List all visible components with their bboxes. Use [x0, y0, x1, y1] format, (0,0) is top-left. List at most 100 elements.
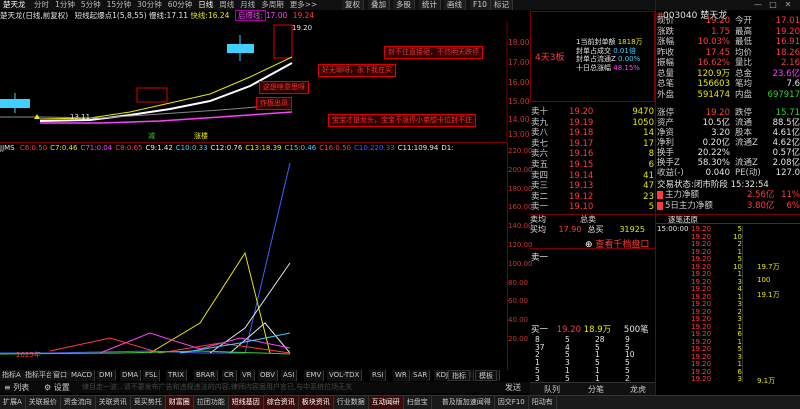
tab-queue[interactable]: 队列: [544, 383, 560, 396]
period-tab[interactable]: 多周期: [258, 0, 287, 10]
quote-row: 涨跌 1.75 最高 19.20: [657, 27, 800, 37]
info-label: 换手: [657, 148, 675, 158]
legend-item: C7:0.46: [50, 144, 78, 152]
info-value: 19.20: [705, 108, 730, 118]
indicator-tab[interactable]: ASI: [281, 370, 298, 381]
indicator-tab[interactable]: WR: [393, 370, 410, 381]
indicator-tab[interactable]: FSL: [143, 370, 161, 381]
draw-button[interactable]: 画线: [444, 0, 466, 10]
period-tab[interactable]: 5分钟: [78, 0, 104, 10]
quote-value: 10.03%: [697, 37, 730, 47]
comment-bubble[interactable]: 封不住直接砸，不然明天跌停: [384, 46, 483, 59]
info-row: 换手 20.22% 0.57亿: [657, 148, 800, 158]
status-item[interactable]: 因交F10: [495, 396, 529, 409]
status-item[interactable]: 板块资讯: [298, 396, 334, 409]
legend-item: C15:0.46: [284, 144, 317, 152]
indicator-tab[interactable]: TRIX: [166, 370, 187, 381]
indicator-button[interactable]: 指标: [448, 370, 470, 381]
indicator-tab[interactable]: SAR: [411, 370, 431, 381]
period-tab[interactable]: 月线: [237, 0, 258, 10]
period-tab[interactable]: 1分钟: [52, 0, 78, 10]
indicator-name: 短线起爆点1(5,8,55): [74, 11, 147, 20]
ask-row: 卖七 19.17 17: [531, 139, 654, 149]
comment-bubble[interactable]: 好无聊呀，永下我在买: [318, 64, 396, 77]
indicator-tab[interactable]: VOL-TDX: [327, 370, 363, 381]
minimize-icon[interactable]: —: [752, 0, 764, 10]
legend-item: C10:220.33: [354, 144, 395, 152]
tab-ticks[interactable]: 分笔: [588, 383, 604, 396]
capital-pct: 11%: [781, 190, 800, 200]
status-item[interactable]: 扫盘宝: [404, 396, 432, 409]
status-item[interactable]: 拉团功能: [194, 396, 229, 409]
quote-value: 1.75: [711, 26, 730, 37]
status-item[interactable]: 关联资讯: [96, 396, 131, 409]
period-tab[interactable]: 更多>>: [287, 0, 321, 10]
status-item[interactable]: 财富圈: [165, 396, 194, 409]
indicator-tab[interactable]: OBV: [258, 370, 278, 381]
info-value: 15.71: [775, 108, 800, 118]
comment-bubble[interactable]: 炸板出货: [256, 97, 292, 110]
legend-item: C11:109.94: [397, 144, 439, 152]
quote-row: 外盘 591474 内盘 697917: [657, 90, 800, 100]
indicator-tab[interactable]: VR: [240, 370, 255, 381]
comment-bubble[interactable]: 这是啥意思呀: [259, 81, 309, 94]
quote-value: 16.91: [775, 37, 800, 47]
quote-label: 今开: [735, 16, 753, 26]
status-item[interactable]: 综合资讯: [263, 396, 299, 409]
info-row: 收益(-) 0.040 PE(动) 127.0: [657, 168, 800, 178]
f10-button[interactable]: F10: [470, 0, 491, 10]
send-button[interactable]: 发送: [505, 382, 521, 393]
indicator-tab[interactable]: RSI: [370, 370, 387, 381]
tab-dragon[interactable]: 龙虎: [630, 383, 646, 396]
status-item[interactable]: 普及版加速闻得: [439, 396, 495, 409]
stock-name: 楚天龙: [3, 0, 26, 9]
tab-tick-restore[interactable]: 逐笔还原: [668, 215, 698, 224]
status-item[interactable]: 扩展A: [0, 396, 26, 409]
indicator-tab[interactable]: 窗口: [51, 370, 70, 381]
status-item[interactable]: 阳动有: [529, 396, 557, 409]
indicator-tab[interactable]: EMV: [304, 370, 325, 381]
indicator-tab[interactable]: 指标A: [0, 370, 24, 381]
status-item[interactable]: 资金流向: [61, 396, 96, 409]
info-row: 换手Z 58.30% 流通Z 2.08亿: [657, 158, 800, 168]
settings-button[interactable]: ⚙ 设置: [44, 382, 70, 393]
adjust-button[interactable]: 复权: [342, 0, 364, 10]
maximize-icon[interactable]: □: [767, 0, 779, 10]
info-row: 净资 3.20 股本 4.61亿: [657, 128, 800, 138]
period-tab[interactable]: 60分钟: [165, 0, 196, 10]
legend-item: D1:: [441, 144, 454, 152]
svg-text:13.11: 13.11: [70, 113, 90, 121]
overlay-button[interactable]: 叠加: [368, 0, 390, 10]
status-item[interactable]: 行业数据: [334, 396, 369, 409]
ask-row: 卖一 19.10 5: [531, 202, 654, 212]
template-button[interactable]: 模板: [475, 370, 497, 381]
multi-stock-button[interactable]: 多股: [393, 0, 415, 10]
close-icon[interactable]: ✕: [782, 0, 794, 10]
tick-size: 19.1万: [757, 291, 780, 299]
info-value: 0.57亿: [772, 148, 800, 158]
info-value: 3.20: [711, 128, 730, 138]
list-button[interactable]: ≡ 列表: [4, 382, 29, 393]
indicator-tab[interactable]: DMA: [120, 370, 142, 381]
period-tab[interactable]: 周线: [216, 0, 237, 10]
ask-label: 卖十: [531, 107, 549, 117]
indicator-tab[interactable]: MACD: [69, 370, 95, 381]
period-tab[interactable]: 30分钟: [134, 0, 165, 10]
indicator-tab[interactable]: BRAR: [194, 370, 219, 381]
status-item[interactable]: 关联报价: [26, 396, 61, 409]
period-tab[interactable]: 15分钟: [104, 0, 135, 10]
mark-button[interactable]: 标记: [491, 0, 513, 10]
message-input[interactable]: 律目走一波...请不要发布广告和违规违法的内容,律师内容届用户言已,与中系统位场…: [82, 382, 502, 393]
indicator-tab[interactable]: CR: [222, 370, 237, 381]
status-item[interactable]: 短线基因: [228, 396, 264, 409]
stats-button[interactable]: 统计: [419, 0, 441, 10]
period-tab[interactable]: 分时: [31, 0, 52, 10]
jjms-indicator-chart[interactable]: 2025年: [0, 153, 507, 358]
y-tick: 15.00: [508, 97, 530, 106]
comment-bubble[interactable]: 宝宝才是龙头，宝宝不涨停小弟想卡位封不住: [328, 114, 476, 127]
indicator-tab[interactable]: DMI: [97, 370, 116, 381]
ask-price: 19.17: [569, 138, 594, 149]
status-item[interactable]: 竞买势托: [131, 396, 166, 409]
period-tab-active[interactable]: 日线: [195, 0, 216, 10]
status-item[interactable]: 互动闻研: [368, 396, 404, 409]
